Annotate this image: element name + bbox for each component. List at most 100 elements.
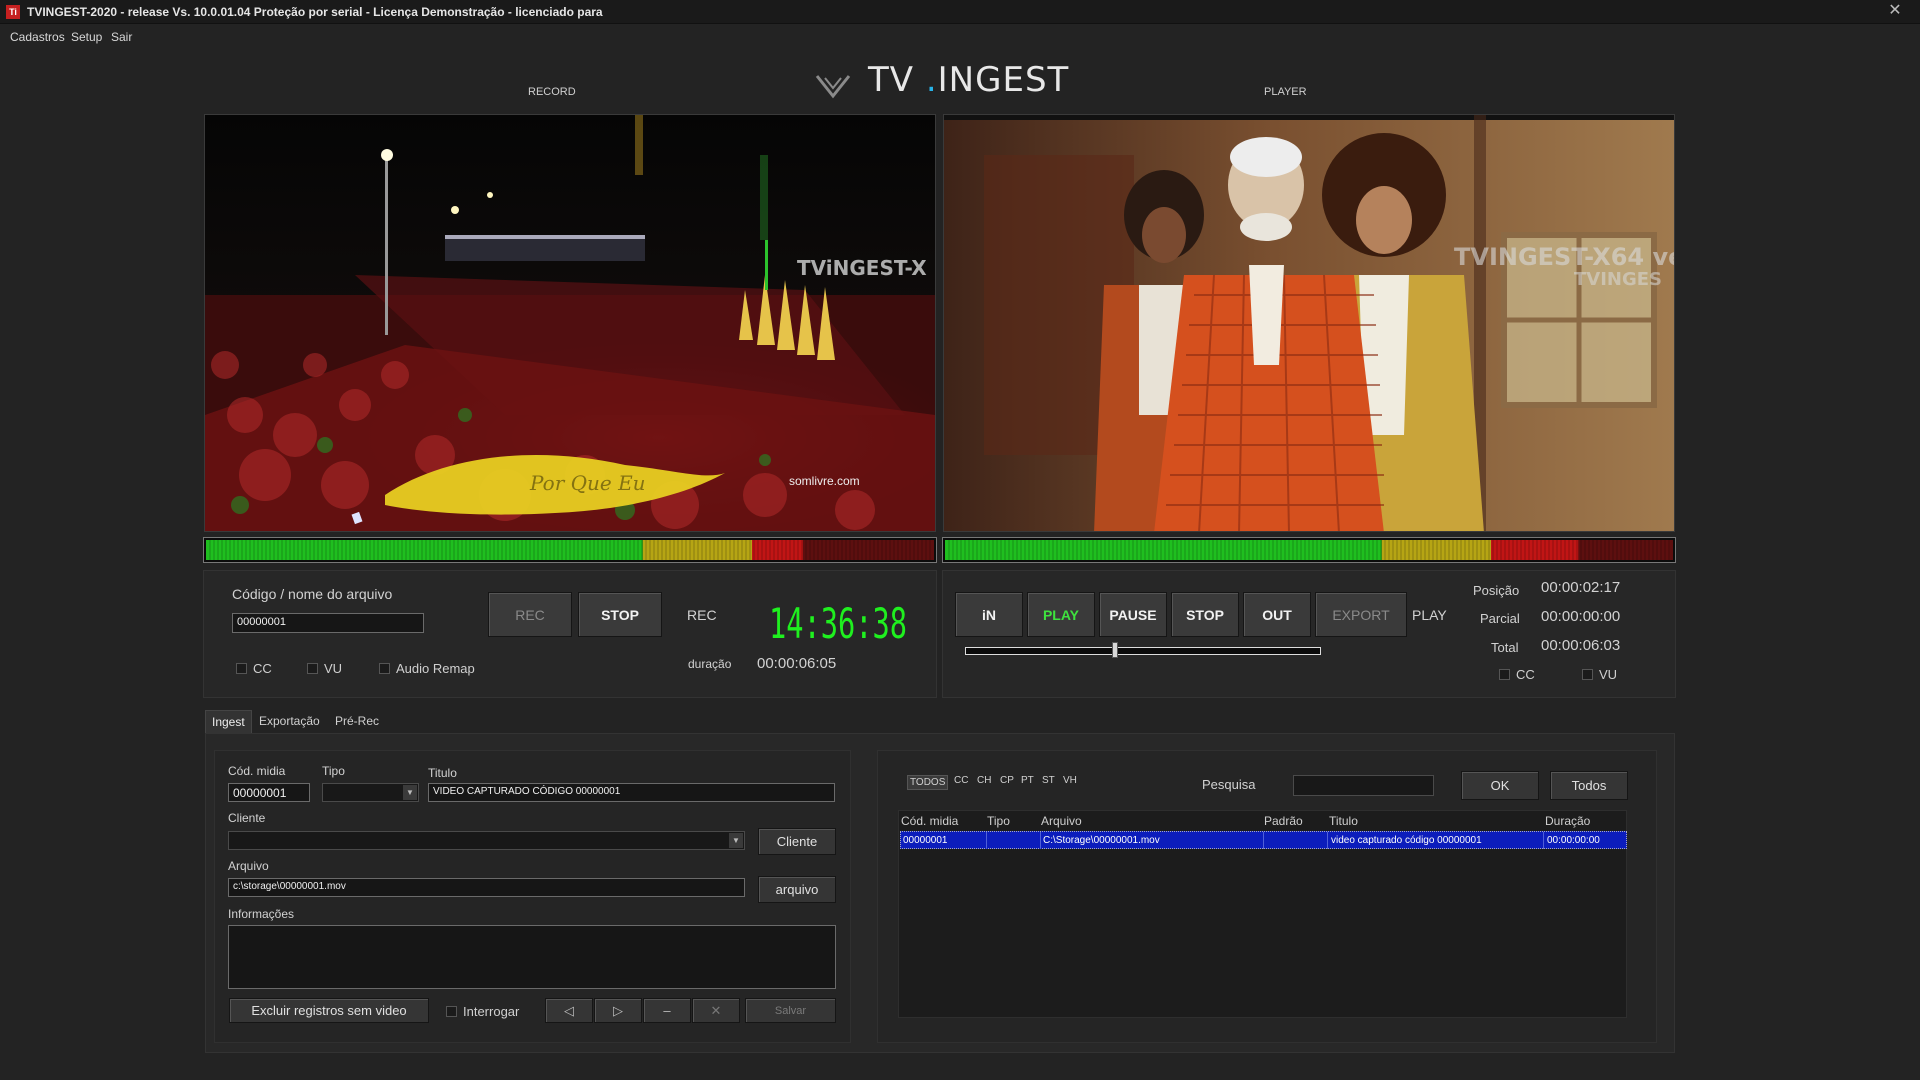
tab-ingest[interactable]: Ingest [205,710,252,733]
in-button[interactable]: iN [955,592,1023,637]
posicao-value: 00:00:02:17 [1541,579,1621,596]
rec-button[interactable]: REC [488,592,572,637]
player-vu-bar [945,540,1673,560]
interrogar-label: Interrogar [463,1004,520,1019]
code-input[interactable]: 00000001 [232,613,424,633]
record-section-label: RECORD [528,86,576,98]
player-overlay-text: TVINGEST-X64 vers [1454,243,1675,271]
cliente-label: Cliente [228,811,266,825]
interrogar-checkbox[interactable]: Interrogar [446,1004,519,1019]
record-cc-box [236,663,247,674]
export-button[interactable]: EXPORT [1315,592,1407,637]
player-control-panel: iN PLAY PAUSE STOP OUT EXPORT PLAY Posiç… [942,570,1676,698]
player-section-label: PLAYER [1264,86,1307,98]
record-overlay-text: TViNGEST-X [797,256,927,280]
menu-cadastros[interactable]: Cadastros [10,30,65,44]
audio-remap-checkbox[interactable]: Audio Remap [379,661,475,676]
filter-todos[interactable]: TODOS [907,775,949,790]
app-icon: Ti [6,5,20,19]
filter-st[interactable]: ST [1042,775,1055,786]
play-button[interactable]: PLAY [1027,592,1095,637]
record-control-panel: Código / nome do arquivo 00000001 CC VU … [203,570,937,698]
filter-vh[interactable]: VH [1063,775,1077,786]
excluir-registros-button[interactable]: Excluir registros sem video [229,998,429,1023]
cliente-dropdown-icon[interactable]: ▼ [729,833,743,848]
cell-separator [1543,832,1544,849]
app-logo: TV .INGEST [868,60,1069,100]
posicao-label: Posição [1473,583,1520,598]
player-vu-checkbox[interactable]: VU [1582,667,1617,682]
tab-pre-rec[interactable]: Pré-Rec [329,710,385,733]
record-cc-label: CC [253,661,272,676]
titulo-input[interactable]: VIDEO CAPTURADO CÓDIGO 00000001 [428,783,835,802]
title-bar: Ti TVINGEST-2020 - release Vs. 10.0.01.0… [0,0,1920,24]
filter-cp[interactable]: CP [1000,775,1014,786]
arquivo-button[interactable]: arquivo [758,876,836,903]
todos-button[interactable]: Todos [1550,771,1628,800]
ingest-form: Cód. midia 00000001 Tipo ▼ Titulo VIDEO … [214,750,851,1043]
next-record-icon[interactable]: ▷ [594,998,642,1023]
tipo-dropdown-icon[interactable]: ▼ [403,785,417,800]
informacoes-textarea[interactable] [228,925,836,989]
interrogar-box [446,1006,457,1017]
player-vu-label: VU [1599,667,1618,682]
col-tipo[interactable]: Tipo [987,814,1010,828]
player-cc-checkbox[interactable]: CC [1499,667,1535,682]
out-button[interactable]: OUT [1243,592,1311,637]
player-vu-meter [942,537,1676,563]
cell-duracao: 00:00:00:00 [1547,835,1600,846]
total-value: 00:00:06:03 [1541,637,1621,654]
record-video-frame: Por Que Eu TViNGEST-X somlivre.com [205,115,935,531]
titulo-label: Titulo [428,766,457,780]
cliente-select[interactable]: ▼ [228,831,745,850]
record-cc-checkbox[interactable]: CC [236,661,272,676]
pesquisa-input[interactable] [1293,775,1434,796]
record-stop-button[interactable]: STOP [578,592,662,637]
tab-exportacao[interactable]: Exportação [253,710,326,733]
position-slider[interactable] [965,642,1321,658]
menu-sair[interactable]: Sair [111,30,132,44]
duration-label: duração [688,657,732,671]
audio-remap-label: Audio Remap [396,661,475,676]
cod-midia-input[interactable]: 00000001 [228,783,310,802]
col-arquivo[interactable]: Arquivo [1041,814,1082,828]
player-stop-button[interactable]: STOP [1171,592,1239,637]
col-titulo[interactable]: Titulo [1329,814,1358,828]
window-title: TVINGEST-2020 - release Vs. 10.0.01.04 P… [27,5,603,19]
filter-ch[interactable]: CH [977,775,991,786]
arquivo-label: Arquivo [228,859,269,873]
filter-pt[interactable]: PT [1021,775,1034,786]
cell-titulo: video capturado código 00000001 [1331,835,1482,846]
player-video-frame: TVINGEST-X64 vers TVINGES [944,115,1675,531]
player-vu-box [1582,669,1593,680]
table-row[interactable]: 00000001 C:\Storage\00000001.mov video c… [900,831,1627,849]
vu-segment-lit [1381,540,1491,560]
menu-setup[interactable]: Setup [71,30,102,44]
position-slider-thumb[interactable] [1112,642,1119,658]
player-cc-box [1499,669,1510,680]
col-cod-midia[interactable]: Cód. midia [901,814,958,828]
salvar-button[interactable]: Salvar [745,998,836,1023]
record-state-label: REC [687,607,717,623]
col-padrao[interactable]: Padrão [1264,814,1303,828]
code-label: Código / nome do arquivo [232,586,393,602]
cell-separator [1040,832,1041,849]
cell-separator [986,832,987,849]
col-duracao[interactable]: Duração [1545,814,1590,828]
arquivo-input[interactable]: c:\storage\00000001.mov [228,878,745,897]
pause-button[interactable]: PAUSE [1099,592,1167,637]
close-icon[interactable]: ✕ [1880,0,1910,22]
ok-button[interactable]: OK [1461,771,1539,800]
delete-icon[interactable]: ✕ [692,998,740,1023]
filter-cc[interactable]: CC [954,775,968,786]
record-watermark: somlivre.com [789,474,860,488]
vu-segment-lit [206,540,643,560]
tipo-label: Tipo [322,764,345,778]
tipo-select[interactable]: ▼ [322,783,419,802]
player-overlay-text-2: TVINGES [1574,269,1662,290]
prev-record-icon[interactable]: ◁ [545,998,593,1023]
cliente-button[interactable]: Cliente [758,828,836,855]
record-vu-checkbox[interactable]: VU [307,661,342,676]
minus-icon[interactable]: – [643,998,691,1023]
cell-separator [1263,832,1264,849]
